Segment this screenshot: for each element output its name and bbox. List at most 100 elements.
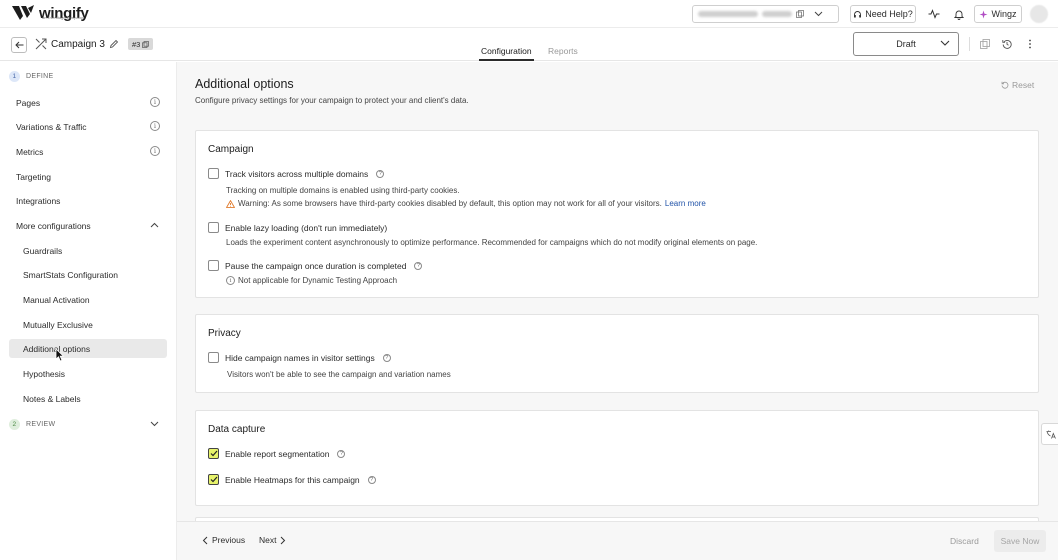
track-multiple-domains-checkbox[interactable] (208, 168, 219, 179)
sidebar-item-label: Targeting (16, 171, 51, 182)
need-help-label: Need Help? (865, 9, 913, 19)
sidebar-item-variations-traffic[interactable]: Variations & Traffic i (9, 117, 167, 136)
tab-configuration[interactable]: Configuration (479, 46, 534, 61)
sidebar-item-label: Variations & Traffic (16, 121, 87, 132)
duplicate-icon (980, 39, 990, 49)
previous-button[interactable]: Previous (202, 535, 245, 545)
sidebar-item-integrations[interactable]: Integrations (9, 191, 167, 210)
sidebar-item-guardrails[interactable]: Guardrails (9, 241, 167, 260)
cookie-warning: Warning: As some browsers have third-par… (226, 199, 706, 208)
sidebar-item-label: SmartStats Configuration (23, 269, 118, 280)
sidebar-item-pages[interactable]: Pages i (9, 93, 167, 112)
option-label: Pause the campaign once duration is comp… (225, 260, 407, 271)
headset-icon (854, 10, 862, 17)
save-now-button[interactable]: Save Now (994, 530, 1046, 552)
history-button[interactable] (1001, 38, 1013, 50)
help-icon[interactable]: ? (337, 449, 346, 458)
footer-bar: Previous Next Discard Save Now (177, 521, 1058, 560)
previous-label: Previous (212, 535, 246, 545)
wingz-label: Wingz (991, 9, 1017, 19)
info-icon[interactable]: i (150, 121, 160, 131)
more-options-button[interactable] (1024, 38, 1036, 50)
privacy-options-card: Privacy Hide campaign names in visitor s… (195, 314, 1039, 393)
chevron-up-icon (150, 222, 159, 228)
pencil-icon[interactable] (109, 39, 119, 49)
heatmaps-checkbox[interactable] (208, 474, 219, 485)
sidebar-item-manual-activation[interactable]: Manual Activation (9, 290, 167, 309)
sidebar-item-label: Guardrails (23, 245, 63, 256)
campaign-header: Campaign 3 #3 Configuration Reports Draf… (0, 28, 1058, 61)
track-multiple-domains-option[interactable]: Track visitors across multiple domains ? (208, 168, 385, 179)
info-icon[interactable]: i (150, 97, 160, 107)
option-label: Track visitors across multiple domains (225, 168, 369, 179)
page-title: Additional options (195, 77, 294, 91)
card-title: Campaign (208, 144, 254, 155)
next-button[interactable]: Next (259, 535, 286, 545)
sidebar-item-notes-labels[interactable]: Notes & Labels (9, 389, 167, 408)
sidebar-item-label: Manual Activation (23, 294, 90, 305)
split-test-icon (35, 38, 47, 50)
sidebar-item-additional-options[interactable]: Additional options (9, 339, 167, 358)
sidebar-item-targeting[interactable]: Targeting (9, 167, 167, 186)
report-segmentation-checkbox[interactable] (208, 448, 219, 459)
page-subtitle: Configure privacy settings for your camp… (195, 96, 469, 105)
campaign-id-badge[interactable]: #3 (128, 38, 154, 50)
copy-icon[interactable] (796, 10, 804, 18)
hide-campaign-names-option[interactable]: Hide campaign names in visitor settings … (208, 352, 391, 363)
sidebar-item-label: Metrics (16, 146, 44, 157)
sidebar-item-metrics[interactable]: Metrics i (9, 142, 167, 161)
campaign-status-select[interactable]: Draft (853, 32, 959, 56)
top-bar: wingify an Everstage company Need Help? … (0, 0, 1058, 28)
pause-on-duration-checkbox[interactable] (208, 260, 219, 271)
reset-button[interactable]: Reset (1001, 80, 1034, 90)
reset-icon (1001, 81, 1009, 89)
translate-tab[interactable] (1041, 423, 1058, 445)
option-label: Enable report segmentation (225, 448, 330, 459)
help-icon[interactable]: ? (376, 169, 385, 178)
sidebar-item-smartstats[interactable]: SmartStats Configuration (9, 265, 167, 284)
user-avatar[interactable] (1030, 5, 1048, 23)
chevron-right-icon (281, 536, 286, 544)
workspace-selector[interactable] (692, 5, 839, 23)
step-review[interactable]: 2 REVIEW (9, 419, 167, 430)
help-icon[interactable]: ? (414, 261, 423, 270)
wingz-button[interactable]: Wingz (974, 5, 1022, 23)
sparkle-icon (979, 10, 988, 18)
lazy-loading-option[interactable]: Enable lazy loading (don't run immediate… (208, 222, 387, 233)
pause-on-duration-option[interactable]: Pause the campaign once duration is comp… (208, 260, 423, 271)
sidebar-item-mutually-exclusive[interactable]: Mutually Exclusive (9, 315, 167, 334)
hide-campaign-names-checkbox[interactable] (208, 352, 219, 363)
help-icon[interactable]: ? (382, 353, 391, 362)
discard-button[interactable]: Discard (950, 536, 979, 546)
sidebar-item-label: Mutually Exclusive (23, 319, 93, 330)
option-label: Hide campaign names in visitor settings (225, 352, 375, 363)
report-segmentation-option[interactable]: Enable report segmentation ? (208, 448, 346, 459)
lazy-loading-checkbox[interactable] (208, 222, 219, 233)
notifications-button[interactable] (952, 7, 966, 21)
step-number: 1 (9, 71, 20, 82)
info-icon[interactable]: i (150, 146, 160, 156)
heatmaps-option[interactable]: Enable Heatmaps for this campaign ? (208, 474, 376, 485)
need-help-button[interactable]: Need Help? (850, 5, 916, 23)
check-icon (210, 476, 217, 483)
mouse-cursor-icon (55, 348, 65, 362)
back-button[interactable] (11, 37, 27, 53)
next-label: Next (259, 535, 277, 545)
bell-icon (954, 10, 964, 20)
step-define[interactable]: 1 DEFINE (9, 71, 53, 82)
tab-reports[interactable]: Reports (546, 46, 580, 61)
workspace-name (698, 11, 758, 17)
logo-subtitle: an Everstage company (42, 15, 83, 20)
campaign-title: Campaign 3 (51, 39, 105, 50)
sidebar-item-hypothesis[interactable]: Hypothesis (9, 364, 167, 383)
help-icon[interactable]: ? (367, 475, 376, 484)
check-icon (210, 450, 217, 457)
activity-button[interactable] (927, 7, 941, 21)
sidebar-item-label: Integrations (16, 195, 61, 206)
learn-more-link[interactable]: Learn more (665, 199, 706, 208)
duplicate-button[interactable] (979, 38, 991, 50)
option-description: Visitors won't be able to see the campai… (227, 370, 451, 379)
sidebar-item-more-configurations[interactable]: More configurations (9, 216, 167, 235)
arrow-left-icon (14, 41, 23, 49)
option-description: Tracking on multiple domains is enabled … (226, 186, 460, 195)
